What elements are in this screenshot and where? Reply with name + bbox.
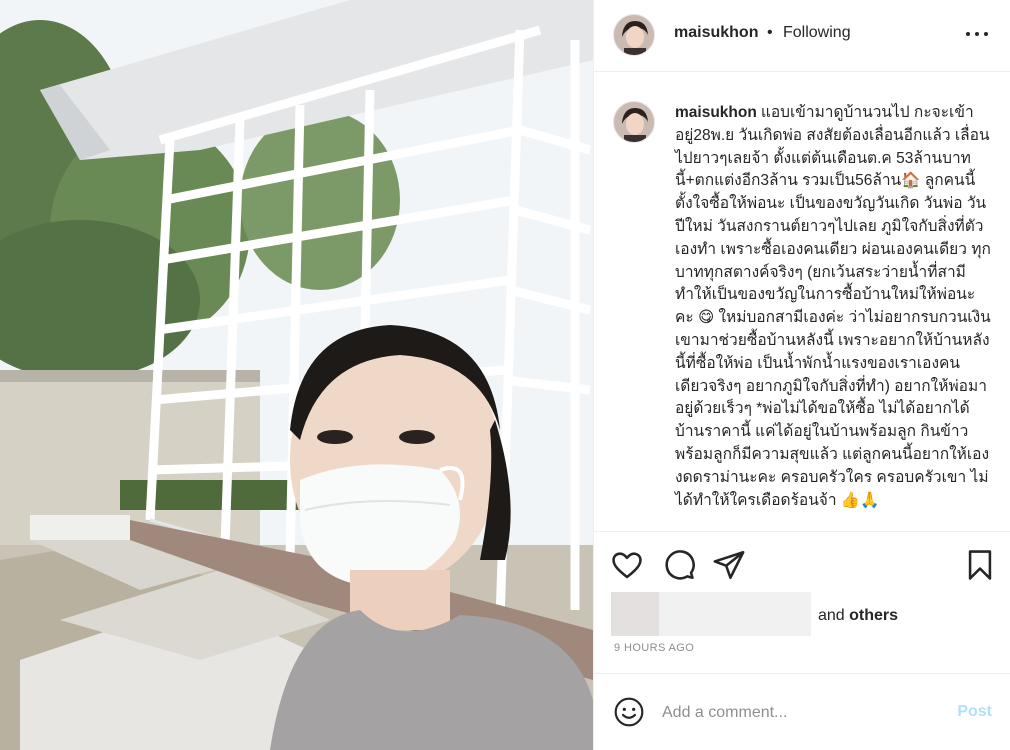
more-horizontal-icon[interactable] bbox=[965, 24, 989, 44]
post-photo[interactable] bbox=[0, 0, 593, 750]
emoji-smile-icon[interactable] bbox=[613, 696, 645, 728]
bookmark-icon[interactable] bbox=[963, 548, 997, 582]
action-bar bbox=[594, 531, 1010, 591]
likes-summary[interactable]: and others bbox=[611, 592, 1010, 638]
likes-and: and bbox=[818, 607, 845, 624]
following-button[interactable]: Following bbox=[783, 24, 851, 42]
send-icon[interactable] bbox=[712, 548, 746, 582]
comment-form: Post bbox=[594, 673, 1010, 750]
username-link[interactable]: maisukhon bbox=[674, 24, 758, 42]
caption: maisukhon แอบเข้ามาดูบ้านวนไป กะจะเข้าอยู… bbox=[675, 102, 993, 512]
post-timestamp[interactable]: 9 HOURS AGO bbox=[614, 642, 694, 654]
caption-username[interactable]: maisukhon bbox=[675, 104, 757, 121]
post-header: maisukhon • Following bbox=[594, 0, 1010, 72]
likes-others-link[interactable]: others bbox=[849, 607, 898, 624]
likes-text[interactable]: and others bbox=[818, 607, 898, 625]
caption-avatar[interactable] bbox=[613, 101, 655, 143]
comments-section[interactable]: maisukhon แอบเข้ามาดูบ้านวนไป กะจะเข้าอยู… bbox=[594, 73, 1010, 531]
comment-input[interactable] bbox=[662, 700, 932, 726]
post-sidebar: maisukhon • Following maisukhon แอบเข้ามา… bbox=[593, 0, 1010, 750]
avatar[interactable] bbox=[613, 14, 655, 56]
post-image bbox=[0, 0, 593, 750]
comment-bubble-icon[interactable] bbox=[662, 548, 696, 582]
post-button[interactable]: Post bbox=[957, 703, 992, 721]
heart-icon[interactable] bbox=[610, 548, 644, 582]
separator-dot: • bbox=[767, 24, 773, 41]
liked-by-blurred bbox=[611, 592, 811, 636]
caption-text: แอบเข้ามาดูบ้านวนไป กะจะเข้าอยู่28พ.ย วั… bbox=[675, 104, 991, 509]
